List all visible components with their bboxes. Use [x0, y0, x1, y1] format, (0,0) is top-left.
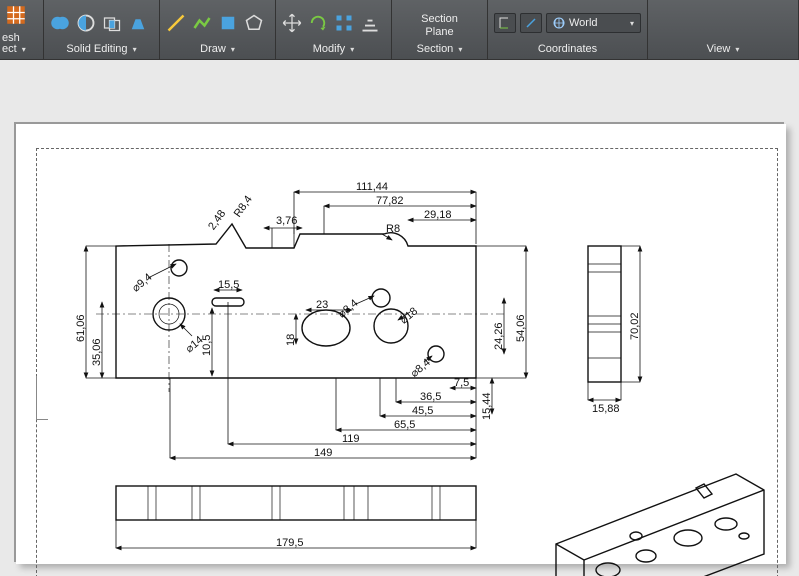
section-plane-line1: Section [421, 14, 458, 26]
chevron-down-icon[interactable]: ▾ [350, 45, 354, 54]
dim-10-5: 10,5 [201, 335, 213, 356]
workspace[interactable]: 111,44 77,82 29,18 3,76 2,48 R8,4 R8 61,… [0, 60, 799, 576]
chevron-down-icon[interactable]: ▾ [458, 45, 462, 54]
coordinate-system-value: World [569, 17, 598, 29]
chevron-down-icon[interactable]: ▾ [22, 45, 26, 54]
label-solid-editing[interactable]: Solid Editing [66, 43, 127, 55]
dim-77-82: 77,82 [376, 195, 404, 207]
dim-54-06: 54,06 [515, 314, 527, 342]
dim-179-5: 179,5 [276, 537, 304, 549]
panel-mesh: esh ect ▾ [0, 0, 44, 59]
section-plane-button[interactable]: Section Plane [392, 12, 487, 39]
dim-r8: R8 [386, 223, 400, 235]
ribbon: esh ect ▾ Solid Editing ▾ Draw ▾ [0, 0, 799, 60]
polyline-icon[interactable] [192, 13, 212, 33]
dim-149: 149 [314, 447, 332, 459]
label-coordinates[interactable]: Coordinates [538, 43, 597, 55]
move-icon[interactable] [282, 13, 302, 33]
globe-icon [553, 17, 565, 29]
dim-7-5: 7,5 [454, 377, 469, 389]
rotate-icon[interactable] [308, 13, 328, 33]
dim-2-48: 2,48 [206, 208, 228, 232]
dim-45-5: 45,5 [412, 405, 433, 417]
label-draw[interactable]: Draw [200, 43, 226, 55]
coordinate-system-select[interactable]: World ▾ [546, 13, 641, 33]
dim-dia-9-4: ⌀9,4 [130, 271, 155, 294]
panel-modify: Modify ▾ [276, 0, 392, 59]
panel-draw: Draw ▾ [160, 0, 276, 59]
line-icon[interactable] [166, 13, 186, 33]
dim-70-02: 70,02 [629, 312, 641, 340]
polygon-icon[interactable] [244, 13, 264, 33]
union-icon[interactable] [50, 13, 70, 33]
dim-111-44: 111,44 [356, 181, 388, 193]
dim-dia-8-4a: ⌀8,4 [336, 297, 361, 320]
mesh-icon[interactable] [6, 5, 26, 25]
region-icon[interactable] [218, 13, 238, 33]
panel-solid-editing: Solid Editing ▾ [44, 0, 160, 59]
dim-15-44: 15,44 [481, 392, 493, 420]
chevron-down-icon[interactable]: ▾ [231, 45, 235, 54]
label-mesh-2: ect [2, 43, 17, 55]
panel-view: View ▾ [648, 0, 799, 59]
intersect-icon[interactable] [102, 13, 122, 33]
dim-18: 18 [285, 334, 297, 346]
subtract-icon[interactable] [76, 13, 96, 33]
dim-119: 119 [342, 433, 360, 445]
dim-dia-18: ⌀18 [398, 305, 420, 326]
label-section[interactable]: Section [417, 43, 454, 55]
extrude-face-icon[interactable] [128, 13, 148, 33]
align-icon[interactable] [360, 13, 380, 33]
chevron-down-icon[interactable]: ▾ [133, 45, 137, 54]
chevron-down-icon[interactable]: ▾ [630, 19, 634, 28]
dim-15-88: 15,88 [592, 403, 620, 415]
dim-15-5: 15,5 [218, 279, 239, 291]
dim-r8-4: R8,4 [232, 194, 255, 220]
ucs-z-button[interactable] [520, 13, 542, 33]
dim-23: 23 [316, 299, 328, 311]
dim-65-5: 65,5 [394, 419, 415, 431]
technical-drawing: 111,44 77,82 29,18 3,76 2,48 R8,4 R8 61,… [36, 148, 778, 576]
dim-3-76: 3,76 [276, 215, 297, 227]
array-icon[interactable] [334, 13, 354, 33]
panel-section: Section Plane Section ▾ [392, 0, 488, 59]
section-plane-line2: Plane [425, 27, 453, 39]
dim-35-06: 35,06 [91, 338, 103, 366]
dim-61-06: 61,06 [75, 314, 87, 342]
label-modify[interactable]: Modify [313, 43, 345, 55]
dim-dia-8-4b: ⌀8,4 [408, 357, 433, 380]
label-view[interactable]: View [707, 43, 731, 55]
panel-coordinates: World ▾ Coordinates [488, 0, 648, 59]
dim-36-5: 36,5 [420, 391, 441, 403]
dim-29-18: 29,18 [424, 209, 452, 221]
chevron-down-icon[interactable]: ▾ [735, 45, 739, 54]
ucs-origin-button[interactable] [494, 13, 516, 33]
dim-24-26: 24,26 [493, 322, 505, 350]
